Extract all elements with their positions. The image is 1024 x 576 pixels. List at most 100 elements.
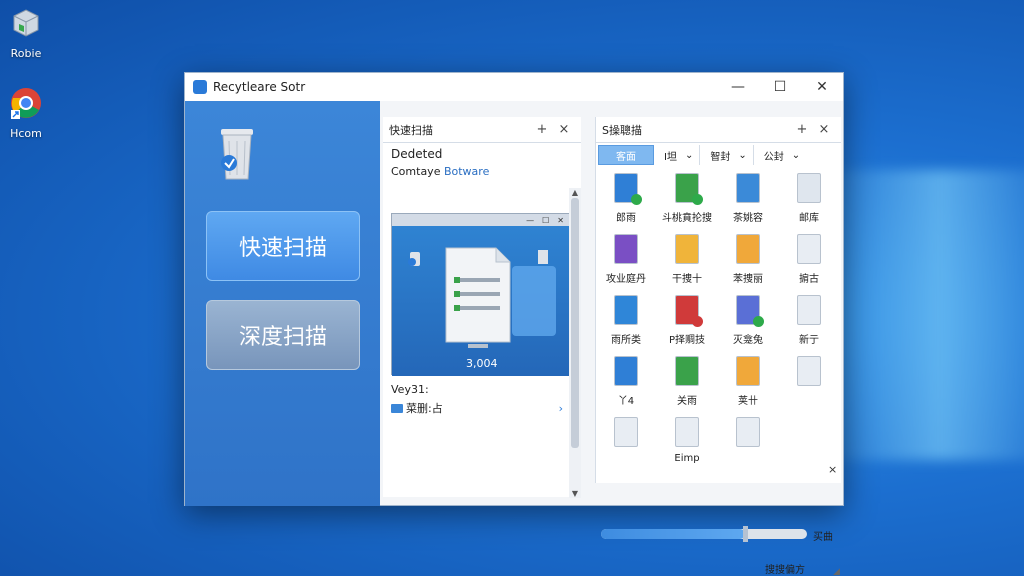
deep-scan-button[interactable]: 深度扫描	[206, 300, 360, 370]
file-label: P择赒技	[668, 335, 706, 346]
desktop-icon-robie[interactable]: Robie	[0, 6, 54, 60]
file-item[interactable]: 关雨	[657, 356, 717, 407]
file-item[interactable]: 雨所类	[596, 295, 656, 346]
list-heading: Vey31:	[391, 383, 429, 396]
file-label: 干捜十	[672, 274, 702, 285]
file-icon	[614, 295, 638, 325]
quick-scan-panel: 快速扫描 + × Dedeted Comtaye Botware — ☐ ✕ 3…	[383, 117, 581, 497]
file-icon	[736, 173, 760, 203]
close-tab-button[interactable]: ×	[553, 122, 575, 137]
file-item[interactable]: 灭龛兔	[718, 295, 778, 346]
file-item[interactable]: P择赒技	[657, 295, 717, 346]
filter-dropdown[interactable]: 公封 ⌄	[758, 145, 806, 165]
add-tab-button[interactable]: +	[791, 122, 813, 137]
file-item[interactable]: 干捜十	[657, 234, 717, 285]
status-badge-icon	[692, 316, 703, 327]
file-item[interactable]: 郎雨	[596, 173, 656, 224]
preview-count: 3,004	[466, 357, 498, 370]
status-badge-icon	[692, 194, 703, 205]
file-icon	[797, 234, 821, 264]
close-tab-button[interactable]: ×	[813, 122, 835, 137]
quick-scan-tab[interactable]: 快速扫描 + ×	[383, 117, 581, 143]
chevron-right-icon[interactable]: ›	[559, 402, 563, 415]
file-icon	[675, 173, 703, 205]
recycle-bin-icon	[221, 129, 253, 180]
file-label: 荚卄	[738, 396, 758, 407]
file-icon	[736, 295, 764, 327]
file-browser-tab[interactable]: S操聰描 + ×	[596, 117, 841, 143]
file-label: 邮库	[799, 213, 819, 224]
file-item[interactable]: 掮古	[779, 234, 839, 285]
file-item[interactable]	[718, 417, 778, 453]
file-item[interactable]: 丫4	[596, 356, 656, 407]
file-item[interactable]	[596, 417, 656, 453]
status-badge-icon	[753, 316, 764, 327]
filter-dropdown[interactable]: I坦 ⌄	[658, 145, 701, 165]
file-item[interactable]: 邮库	[779, 173, 839, 224]
file-label: 雨所类	[611, 335, 641, 346]
file-item[interactable]	[779, 356, 839, 392]
left-panel: 快速扫描 深度扫描	[185, 101, 380, 506]
maximize-button[interactable]: ☐	[759, 73, 801, 101]
scroll-up-icon[interactable]: ▲	[569, 188, 581, 197]
title-bar[interactable]: Recytleare Sotr — ☐ ✕	[185, 73, 843, 101]
resize-grip-icon[interactable]: ◢	[833, 567, 840, 576]
file-item[interactable]: 斗桃賁抡搜	[657, 173, 717, 224]
file-label: 斗桃賁抡搜	[662, 213, 712, 224]
list-item-label: 菜删:占	[406, 402, 443, 415]
file-browser-panel: S操聰描 + × 客面 I坦 ⌄ 智封 ⌄ 公封 ⌄ 郎雨 斗桃賁抡搜 茶姚容 邮库攻…	[595, 117, 841, 483]
small-close-icon[interactable]: ×	[828, 463, 837, 476]
desktop-icon-label: Robie	[10, 47, 42, 60]
file-label: 掮古	[799, 274, 819, 285]
desktop-icon-label: Hcom	[10, 127, 42, 140]
filter-label: 智封	[710, 151, 731, 163]
chevron-down-icon: ⌄	[738, 149, 747, 161]
filter-dropdown[interactable]: 智封 ⌄	[704, 145, 754, 165]
app-icon	[193, 80, 207, 94]
app-window: Recytleare Sotr — ☐ ✕ 快速扫描 深度扫描 快速扫描 + ×…	[184, 72, 844, 576]
list-item[interactable]: 菜删:占 ›	[391, 400, 563, 416]
slider-knob[interactable]	[743, 526, 749, 542]
tab-label: 快速扫描	[389, 123, 433, 137]
file-item[interactable]: 荚卄	[718, 356, 778, 407]
file-icon	[675, 295, 703, 327]
folder-icon	[391, 404, 403, 413]
status-text: 搜搜偏方	[765, 565, 805, 576]
filter-bar: 客面 I坦 ⌄ 智封 ⌄ 公封 ⌄	[596, 143, 842, 167]
quick-scan-button[interactable]: 快速扫描	[206, 211, 360, 281]
filter-label: 客面	[616, 151, 636, 163]
desktop-icon-hcom[interactable]: Hcom	[0, 86, 54, 140]
chevron-down-icon: ⌄	[791, 149, 801, 161]
progress-slider[interactable]	[601, 526, 807, 542]
minimize-button[interactable]: —	[717, 73, 759, 101]
chrome-icon	[11, 88, 41, 119]
slider-fill	[601, 529, 746, 539]
file-label: 茶姚容	[733, 213, 763, 224]
close-button[interactable]: ✕	[801, 73, 843, 101]
filter-label: I坦	[664, 151, 677, 163]
file-item[interactable]: 新亍	[779, 295, 839, 346]
filter-chip-active[interactable]: 客面	[598, 145, 654, 165]
add-tab-button[interactable]: +	[531, 122, 553, 137]
file-item[interactable]: 苯捜丽	[718, 234, 778, 285]
software-subheading: Comtaye Botware	[383, 161, 581, 178]
file-item[interactable]: 攻业庭丹	[596, 234, 656, 285]
file-icon	[675, 356, 699, 386]
file-label: 关雨	[677, 396, 697, 407]
file-item[interactable]: Eimp	[657, 417, 717, 464]
preview-titlebar: — ☐ ✕	[392, 214, 570, 226]
file-label: 新亍	[799, 335, 819, 346]
file-label: 丫4	[617, 396, 635, 407]
scroll-thumb[interactable]	[571, 198, 579, 448]
scroll-down-icon[interactable]: ▼	[569, 489, 581, 498]
preview-body: 3,004	[392, 226, 572, 376]
status-badge-icon	[631, 194, 642, 205]
chevron-down-icon: ⌄	[684, 149, 694, 161]
desktop-light-glow	[820, 170, 1024, 460]
result-list: Vey31: 菜删:占 ›	[391, 383, 563, 416]
file-item[interactable]: 茶姚容	[718, 173, 778, 224]
file-icon	[614, 173, 642, 205]
file-label: 苯捜丽	[733, 274, 763, 285]
vertical-scrollbar[interactable]: ▲ ▼	[569, 188, 581, 498]
preview-window[interactable]: — ☐ ✕ 3,004	[391, 213, 572, 376]
